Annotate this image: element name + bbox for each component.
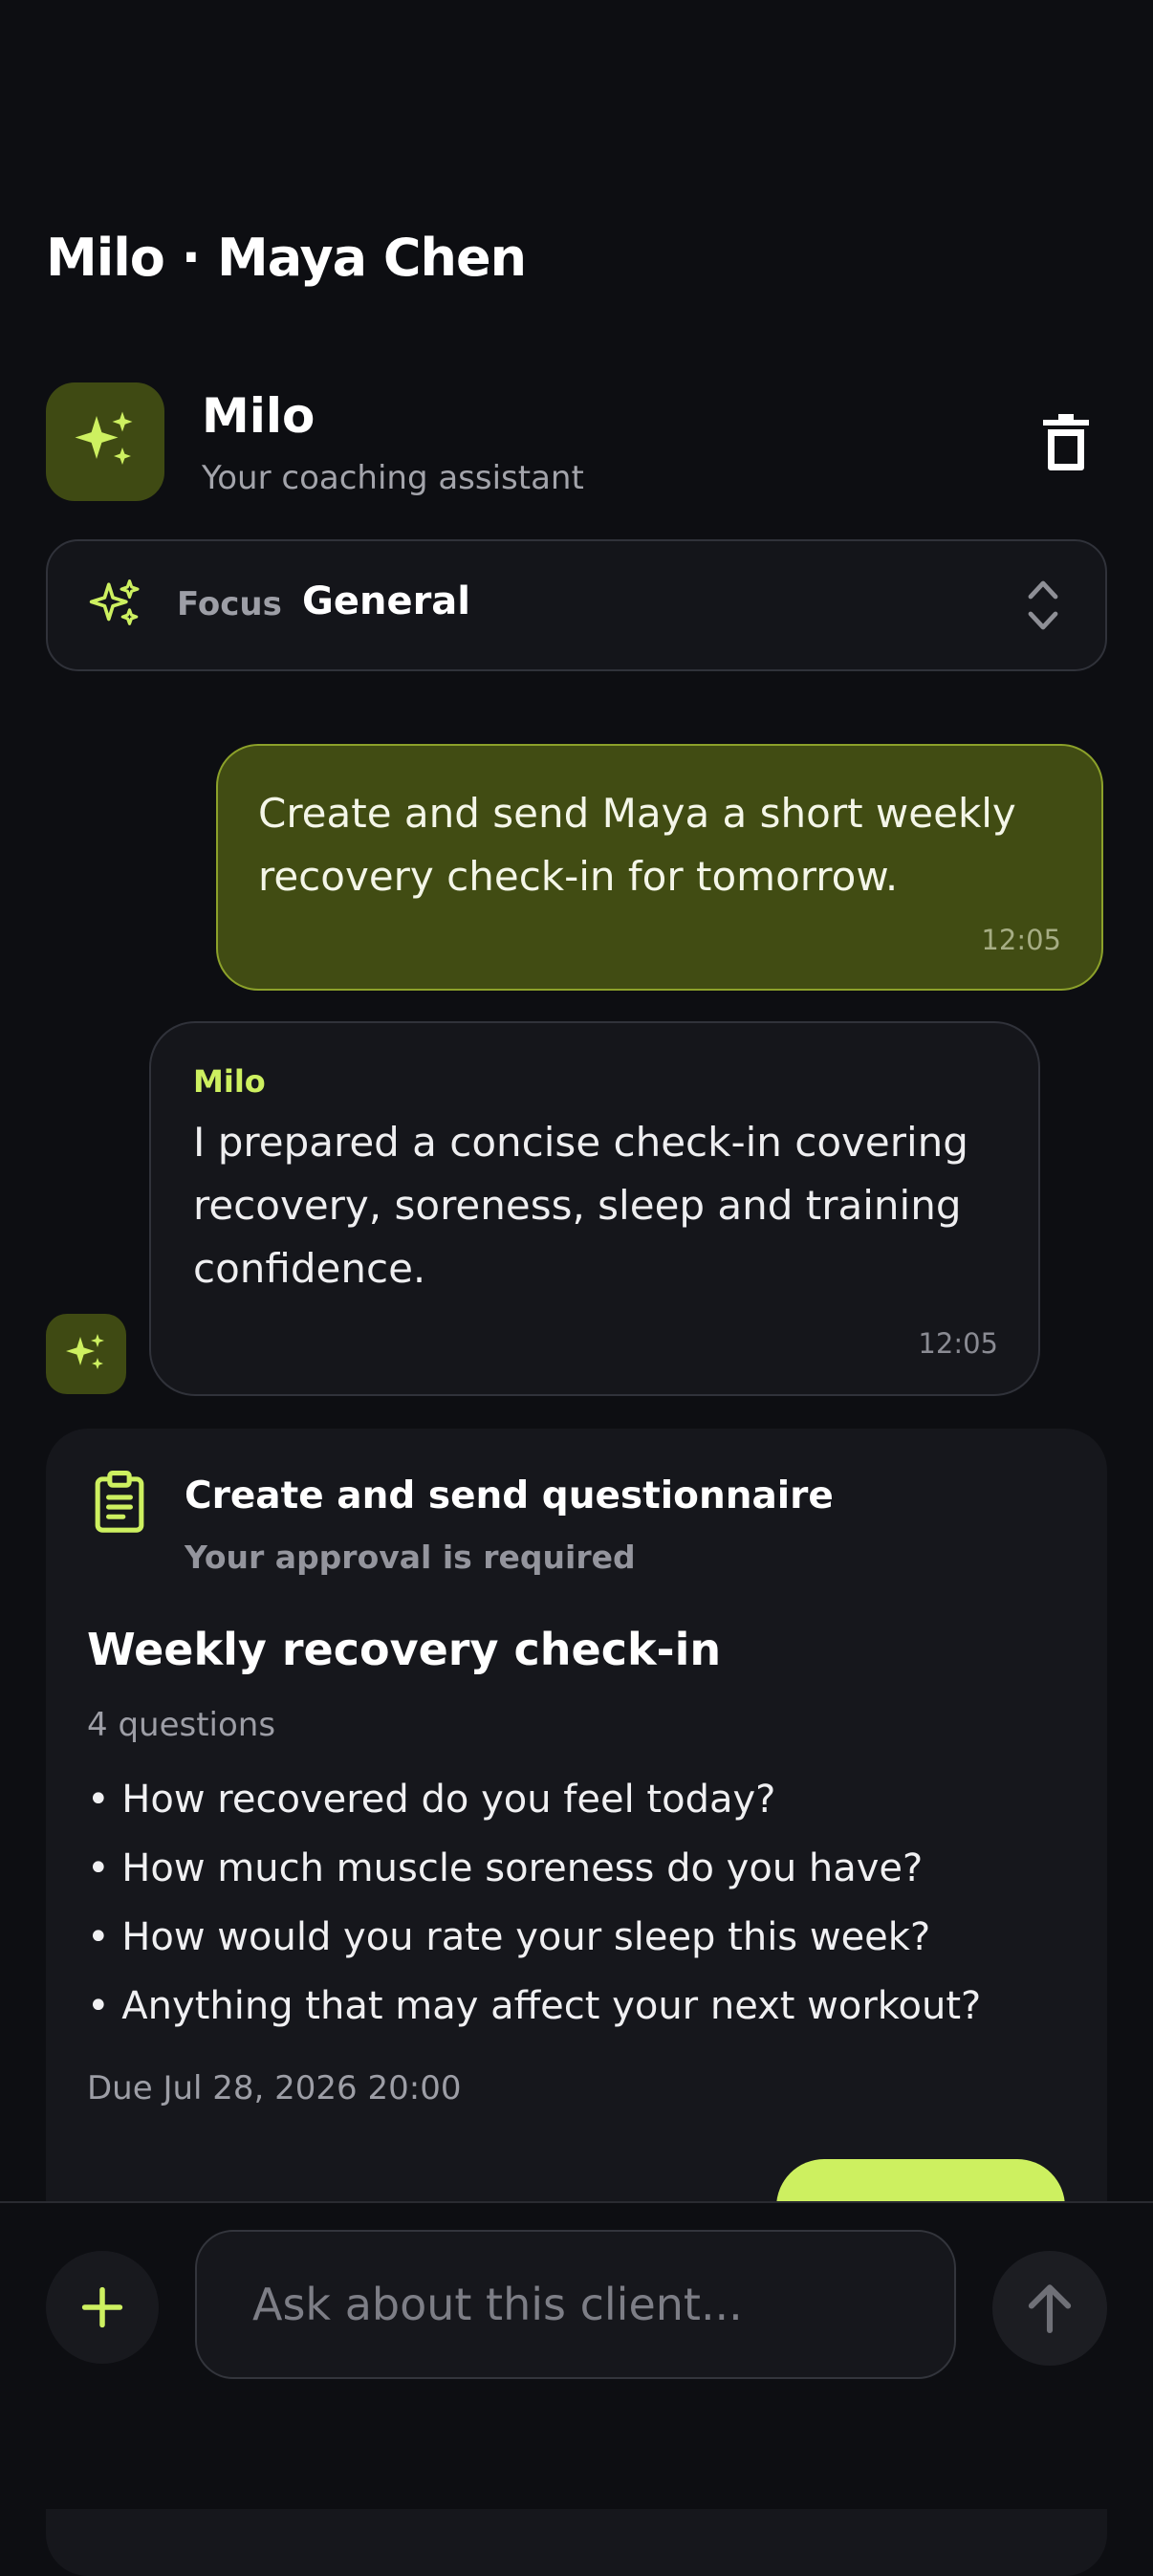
- arrow-up-icon: [1028, 2284, 1072, 2333]
- list-item: • How would you rate your sleep this wee…: [87, 1915, 931, 1959]
- assistant-message-avatar: [46, 1314, 126, 1394]
- action-title: Create and send questionnaire: [185, 1474, 834, 1517]
- message-text: Create and send Maya a short weekly reco…: [258, 790, 1016, 900]
- message-sender: Milo: [193, 1063, 266, 1100]
- list-item: • How recovered do you feel today?: [87, 1778, 776, 1822]
- list-item: • Anything that may affect your next wor…: [87, 1984, 982, 2028]
- focus-label: Focus: [177, 585, 282, 623]
- assistant-message: Milo I prepared a concise check-in cover…: [149, 1021, 1040, 1396]
- question-list: • How recovered do you feel today? • How…: [87, 1765, 981, 2041]
- message-time: 12:05: [981, 924, 1061, 956]
- delete-conversation-button[interactable]: [1025, 402, 1107, 484]
- plus-icon: [81, 2286, 123, 2328]
- chevron-up-down-icon: [1028, 580, 1058, 630]
- composer-bar: [0, 2201, 1153, 2509]
- assistant-name: Milo: [202, 388, 315, 444]
- assistant-avatar: [46, 382, 164, 501]
- assistant-header: Milo Your coaching assistant: [46, 382, 1107, 501]
- focus-selector[interactable]: Focus General: [46, 539, 1107, 671]
- clipboard-icon: [95, 1471, 144, 1533]
- message-input[interactable]: [197, 2232, 954, 2377]
- list-item: • How much muscle soreness do you have?: [87, 1846, 924, 1890]
- send-message-button[interactable]: [992, 2251, 1107, 2366]
- message-time: 12:05: [918, 1327, 998, 1360]
- assistant-subtitle: Your coaching assistant: [202, 459, 584, 497]
- message-text: I prepared a concise check-in covering r…: [193, 1119, 968, 1292]
- focus-value: General: [302, 579, 470, 623]
- user-message: Create and send Maya a short weekly reco…: [216, 744, 1103, 991]
- action-subtitle: Your approval is required: [185, 1539, 636, 1576]
- page-title: Milo · Maya Chen: [46, 228, 527, 288]
- due-date: Due Jul 28, 2026 20:00: [87, 2069, 462, 2107]
- question-count: 4 questions: [87, 1706, 276, 1744]
- sparkles-icon: [66, 1334, 104, 1369]
- questionnaire-title: Weekly recovery check-in: [87, 1624, 722, 1675]
- sparkles-icon: [75, 411, 133, 465]
- trash-icon: [1043, 414, 1089, 470]
- sparkles-icon: [89, 579, 140, 625]
- add-attachment-button[interactable]: [46, 2251, 159, 2364]
- message-input-wrapper: [195, 2230, 956, 2379]
